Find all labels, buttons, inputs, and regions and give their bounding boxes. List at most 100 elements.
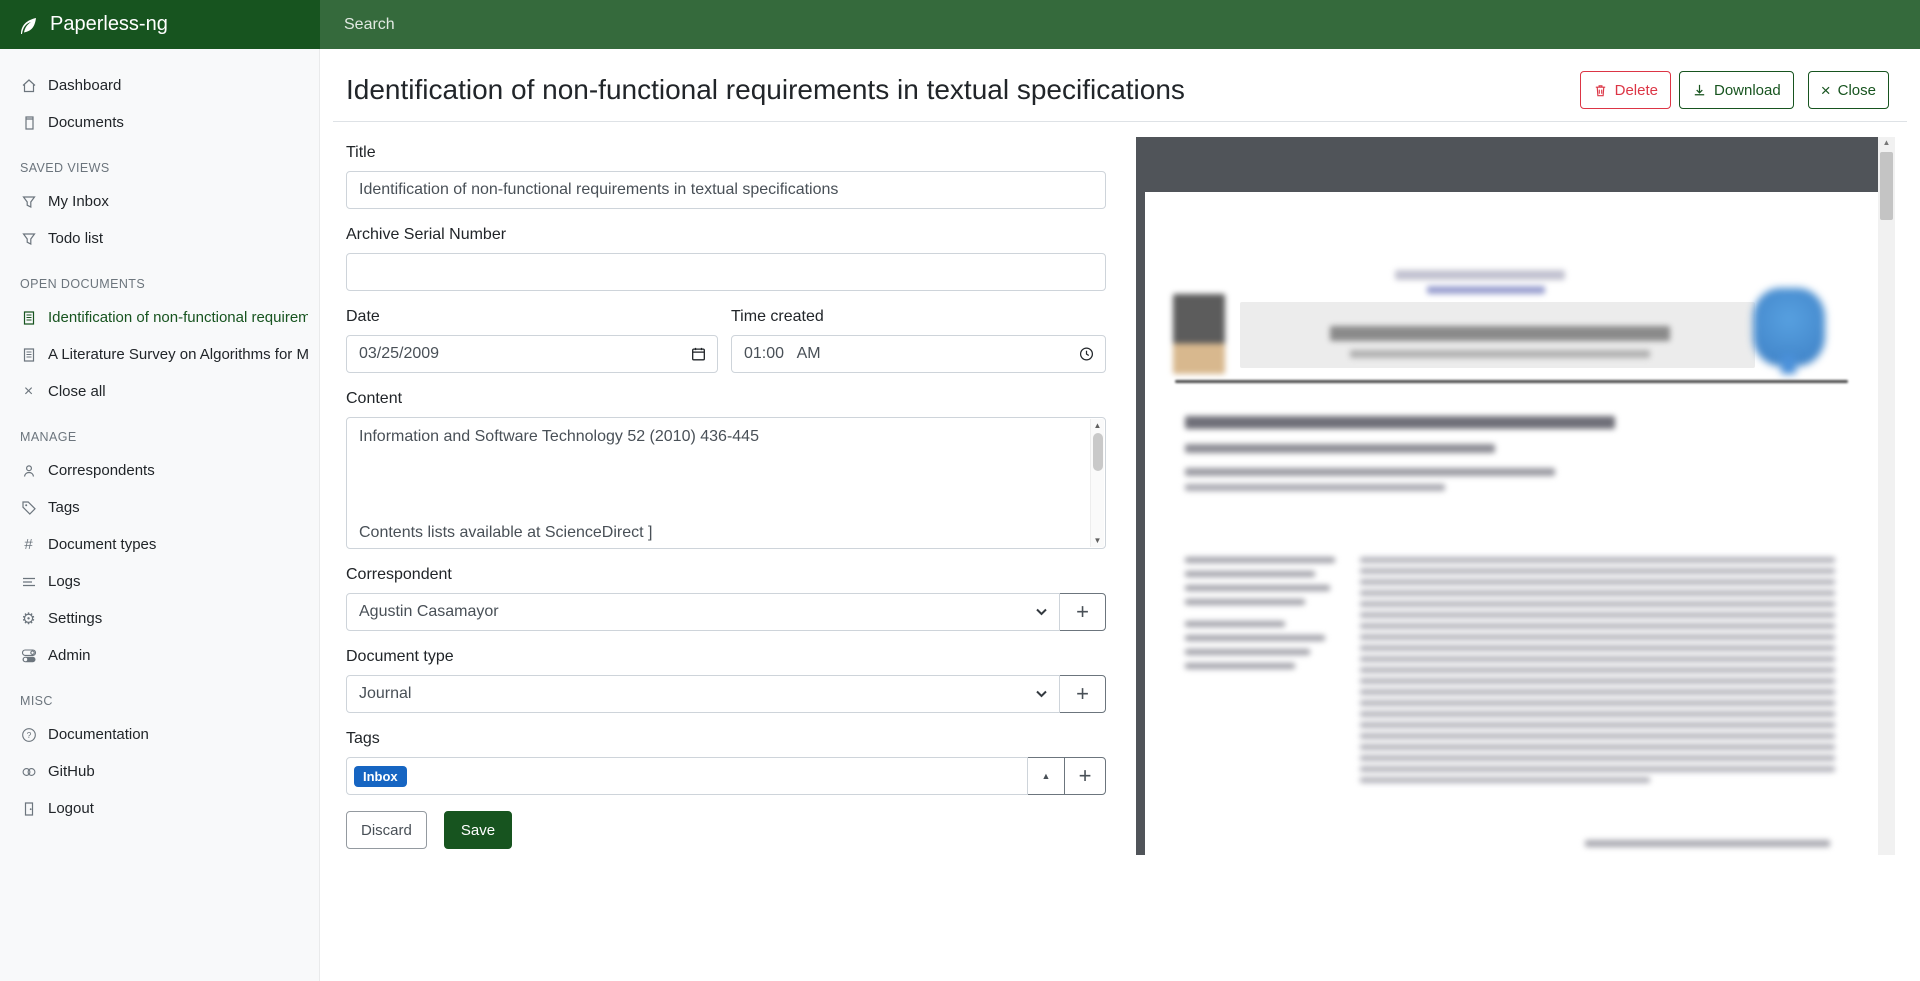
save-button[interactable]: Save [444,811,512,849]
document-header: Identification of non-functional require… [333,49,1907,122]
preview-page [1145,192,1878,855]
correspondent-field: Correspondent Agustin Casamayor + [346,565,1106,631]
person-icon [20,462,37,479]
close-button[interactable]: × Close [1808,71,1889,109]
scroll-down-icon[interactable]: ▼ [1091,536,1104,545]
content-scrollbar[interactable]: ▲ ▼ [1090,419,1104,547]
correspondent-label: Correspondent [346,565,1106,585]
preview-journal-cover [1173,294,1225,374]
scroll-up-icon[interactable]: ▲ [1878,138,1895,147]
tags-label: Tags [346,729,1106,749]
list-lines-icon [20,573,37,590]
brand-name: Paperless-ng [50,13,168,36]
sidebar-section-saved-views: SAVED VIEWS [0,153,320,183]
clock-icon[interactable] [1079,347,1094,362]
tag-badge-inbox[interactable]: Inbox [354,766,407,787]
chevron-down-icon [1036,609,1047,616]
scroll-up-icon[interactable]: ▲ [1091,421,1104,430]
preview-header-box [1240,302,1755,368]
chevron-down-icon [1036,691,1047,698]
header-actions: Delete Download × Close [1580,71,1889,109]
sidebar-item-logs[interactable]: Logs [0,563,320,600]
scrollbar-thumb[interactable] [1093,433,1103,471]
download-icon [1692,83,1707,98]
document-type-label: Document type [346,647,1106,667]
date-input[interactable]: 03/25/2009 [346,335,718,373]
calendar-icon[interactable] [691,347,706,362]
time-created-label: Time created [731,307,1106,327]
content-textarea[interactable]: Information and Software Technology 52 (… [346,417,1106,549]
sidebar-item-tags[interactable]: Tags [0,489,320,526]
correspondent-select[interactable]: Agustin Casamayor [346,593,1060,631]
sidebar-section-manage: MANAGE [0,422,320,452]
toggles-icon [20,647,37,664]
close-icon: × [20,383,37,400]
top-navbar: Paperless-ng [0,0,1920,49]
sidebar-section-open-documents: OPEN DOCUMENTS [0,269,320,299]
scrollbar-thumb[interactable] [1880,152,1893,220]
funnel-icon [20,230,37,247]
hash-icon: # [20,536,37,553]
date-label: Date [346,307,718,327]
download-button[interactable]: Download [1679,71,1794,109]
discard-button[interactable]: Discard [346,811,427,849]
title-label: Title [346,143,1106,163]
asn-field: Archive Serial Number [346,225,1106,291]
asn-label: Archive Serial Number [346,225,1106,245]
document-type-select[interactable]: Journal [346,675,1060,713]
add-document-type-button[interactable]: + [1059,675,1106,713]
sidebar-open-doc-1[interactable]: Identification of non-functional require… [0,299,320,336]
question-circle-icon: ? [20,726,37,743]
sidebar-item-admin[interactable]: Admin [0,637,320,674]
add-correspondent-button[interactable]: + [1059,593,1106,631]
add-tag-button[interactable]: + [1064,757,1106,795]
files-icon [20,114,37,131]
leaf-logo-icon [16,13,40,37]
form-actions: Discard Save [346,811,1106,849]
page-title: Identification of non-functional require… [346,74,1185,106]
close-icon: × [1821,82,1831,99]
content-label: Content [346,389,1106,409]
sidebar-item-github[interactable]: GitHub [0,753,320,790]
content-field: Content Information and Software Technol… [346,389,1106,549]
tags-collapse-button[interactable]: ▲ [1027,757,1065,795]
trash-icon [1593,83,1608,98]
sidebar-item-documentation[interactable]: ? Documentation [0,716,320,753]
title-input[interactable] [346,171,1106,209]
gear-icon: ⚙ [20,610,37,627]
main-content: Identification of non-functional require… [320,49,1920,981]
sidebar-item-my-inbox[interactable]: My Inbox [0,183,320,220]
link-icon [20,763,37,780]
tags-field: Tags Inbox ▲ + [346,729,1106,795]
sidebar-item-settings[interactable]: ⚙ Settings [0,600,320,637]
tags-input[interactable]: Inbox [346,757,1028,795]
sidebar-item-logout[interactable]: Logout [0,790,320,827]
funnel-icon [20,193,37,210]
sidebar: Dashboard Documents SAVED VIEWS My Inbox… [0,49,320,981]
svg-text:?: ? [26,730,31,740]
sidebar-item-close-all[interactable]: × Close all [0,373,320,410]
document-type-field: Document type Journal + [346,647,1106,713]
sidebar-item-document-types[interactable]: # Document types [0,526,320,563]
file-text-icon [20,346,37,363]
search-input[interactable] [320,0,1920,49]
tag-icon [20,499,37,516]
time-field: Time created 01:00 AM [731,307,1106,373]
document-edit-form: Title Archive Serial Number Date 03/25/2… [346,143,1106,849]
delete-button[interactable]: Delete [1580,71,1671,109]
sidebar-item-documents[interactable]: Documents [0,104,320,141]
asn-input[interactable] [346,253,1106,291]
sidebar-section-misc: MISC [0,686,320,716]
sidebar-item-correspondents[interactable]: Correspondents [0,452,320,489]
file-text-icon [20,309,37,326]
date-field: Date 03/25/2009 [346,307,718,373]
preview-scrollbar[interactable]: ▲ [1878,137,1895,855]
sidebar-item-dashboard[interactable]: Dashboard [0,67,320,104]
home-icon [20,77,37,94]
door-icon [20,800,37,817]
app-brand[interactable]: Paperless-ng [0,0,320,49]
sidebar-open-doc-2[interactable]: A Literature Survey on Algorithms for Mu… [0,336,320,373]
sidebar-item-todo-list[interactable]: Todo list [0,220,320,257]
document-preview: ▲ [1136,137,1895,855]
time-input[interactable]: 01:00 AM [731,335,1106,373]
